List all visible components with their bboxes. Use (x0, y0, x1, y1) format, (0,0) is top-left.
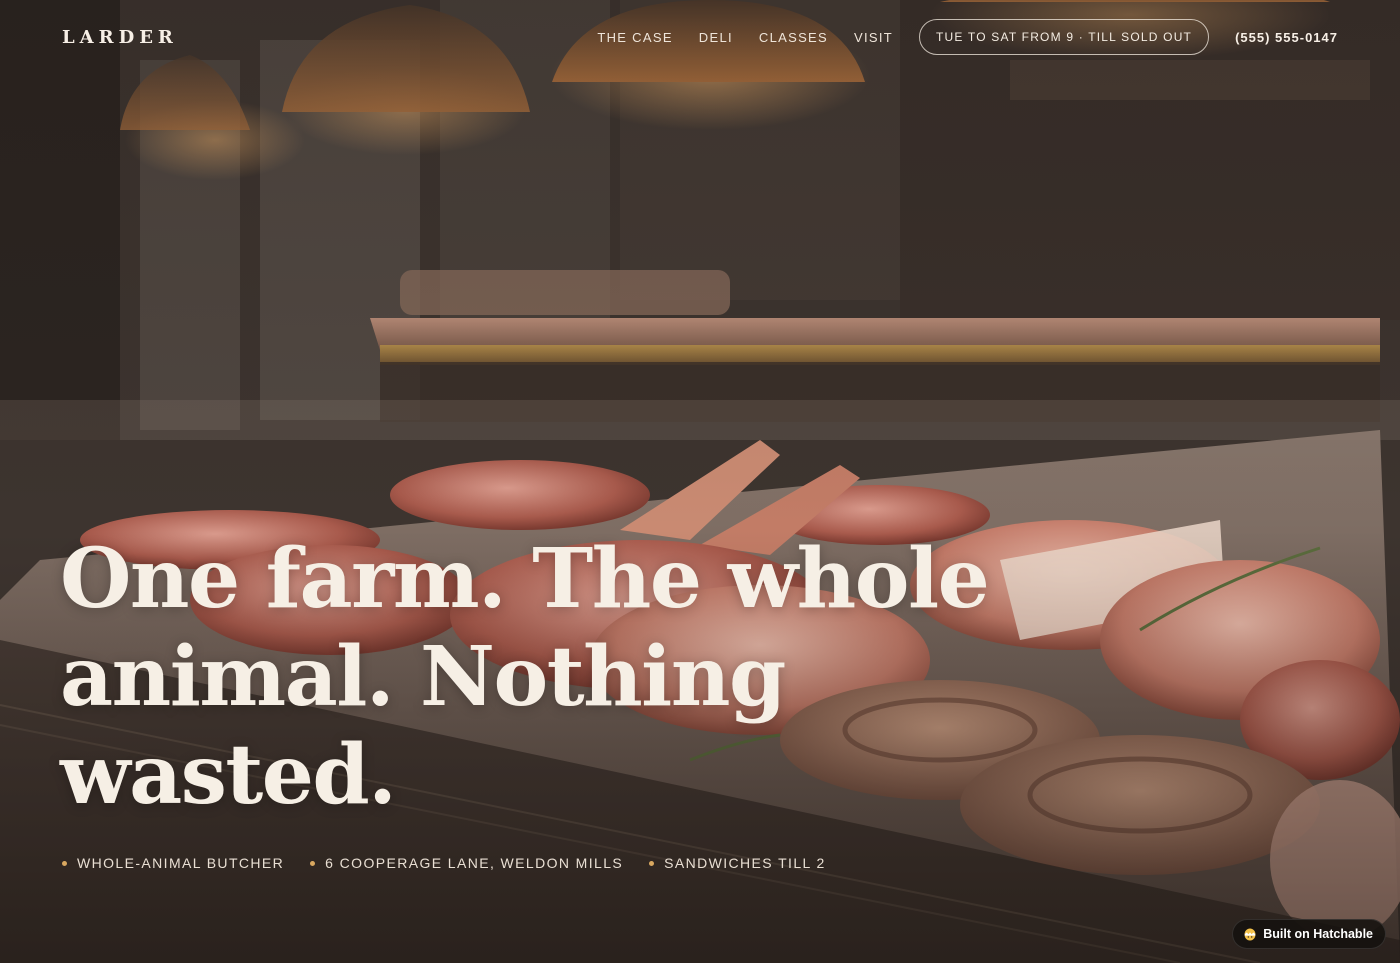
nav-link-visit[interactable]: VISIT (854, 30, 893, 45)
nav-link-deli[interactable]: DELI (699, 30, 733, 45)
headline-line-1: One farm. The whole (60, 531, 990, 627)
headline-line-2: animal. Nothing (60, 629, 786, 725)
hero-facts: WHOLE-ANIMAL BUTCHER 6 COOPERAGE LANE, W… (62, 855, 826, 871)
bullet-dot-icon (310, 860, 316, 866)
phone-link[interactable]: (555) 555-0147 (1235, 30, 1338, 45)
badge-label: Built on Hatchable (1263, 927, 1373, 941)
fact-label: SANDWICHES TILL 2 (664, 855, 826, 871)
brand-logo[interactable]: LARDER (62, 27, 178, 48)
bullet-dot-icon (649, 860, 655, 866)
hours-pill[interactable]: TUE TO SAT FROM 9 · TILL SOLD OUT (919, 19, 1210, 55)
nav-links: THE CASE DELI CLASSES VISIT TUE TO SAT F… (597, 19, 1338, 55)
fact-label: 6 COOPERAGE LANE, WELDON MILLS (325, 855, 624, 871)
fact-label: WHOLE-ANIMAL BUTCHER (77, 855, 285, 871)
fact-item: 6 COOPERAGE LANE, WELDON MILLS (310, 855, 623, 871)
bullet-dot-icon (62, 860, 67, 866)
fact-item: SANDWICHES TILL 2 (649, 855, 826, 871)
hero-headline: One farm. The whole animal. Nothing wast… (60, 530, 1040, 824)
hatchable-logo-icon (1244, 928, 1256, 941)
nav-link-classes[interactable]: CLASSES (759, 30, 828, 45)
built-on-hatchable-badge[interactable]: Built on Hatchable (1232, 919, 1386, 949)
headline-line-3: wasted. (60, 727, 397, 823)
fact-item: WHOLE-ANIMAL BUTCHER (62, 855, 284, 871)
nav-link-the-case[interactable]: THE CASE (597, 30, 672, 45)
top-nav: LARDER THE CASE DELI CLASSES VISIT TUE T… (0, 0, 1400, 74)
